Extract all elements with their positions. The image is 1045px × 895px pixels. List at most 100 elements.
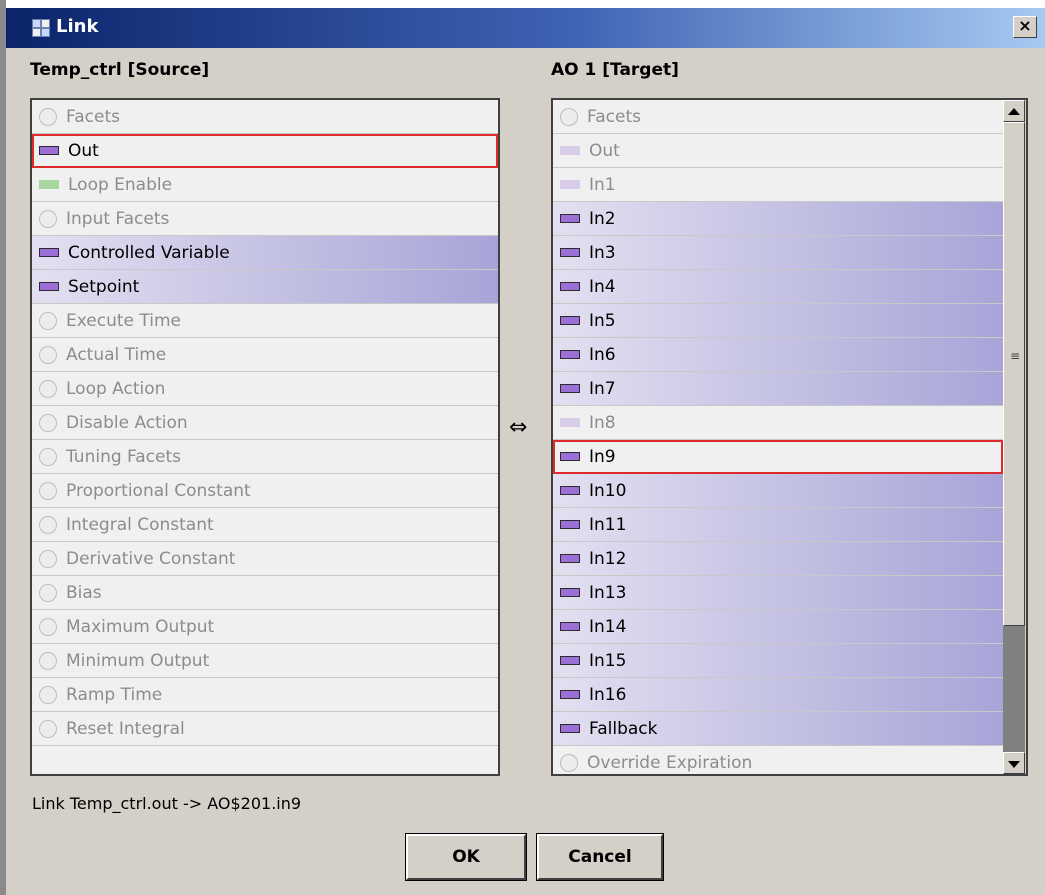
- target-slot-row[interactable]: Fallback: [553, 712, 1003, 746]
- slot-connector-icon: [560, 282, 580, 291]
- source-slot-row: Tuning Facets: [32, 440, 498, 474]
- close-button[interactable]: ×: [1013, 16, 1037, 38]
- target-slot-row[interactable]: In9: [553, 440, 1003, 474]
- target-slot-row[interactable]: In4: [553, 270, 1003, 304]
- slot-label: Execute Time: [66, 310, 181, 331]
- scroll-up-button[interactable]: [1003, 100, 1025, 122]
- slot-connector-icon: [560, 248, 580, 257]
- target-slot-row[interactable]: In6: [553, 338, 1003, 372]
- property-circle-icon: [39, 617, 57, 636]
- property-circle-icon: [39, 651, 57, 670]
- target-slot-row[interactable]: In2: [553, 202, 1003, 236]
- scroll-thumb[interactable]: ≡: [1003, 122, 1025, 626]
- property-circle-icon: [39, 549, 57, 568]
- property-circle-icon: [560, 753, 578, 772]
- target-slot-row[interactable]: In3: [553, 236, 1003, 270]
- source-slot-row: Derivative Constant: [32, 542, 498, 576]
- slot-connector-icon: [560, 384, 580, 393]
- dialog-body: Temp_ctrl [Source] AO 1 [Target] Facets O…: [6, 48, 1045, 895]
- slot-label: In2: [589, 208, 616, 229]
- slot-label: In9: [589, 446, 616, 467]
- slot-label: Maximum Output: [66, 616, 215, 637]
- slot-label: In16: [589, 684, 627, 705]
- property-circle-icon: [39, 685, 57, 704]
- source-slot-row: Execute Time: [32, 304, 498, 338]
- title-bar[interactable]: Link ×: [6, 8, 1045, 48]
- slot-connector-icon: [39, 248, 59, 257]
- slot-label: Actual Time: [66, 344, 167, 365]
- slot-label: In5: [589, 310, 616, 331]
- target-slot-row[interactable]: In12: [553, 542, 1003, 576]
- target-slot-row[interactable]: In13: [553, 576, 1003, 610]
- ok-button-label: OK: [452, 847, 480, 867]
- scroll-down-button[interactable]: [1003, 752, 1025, 774]
- target-slot-row[interactable]: In7: [553, 372, 1003, 406]
- slot-label: Integral Constant: [66, 514, 214, 535]
- slot-connector-icon: [560, 180, 580, 189]
- slot-label: Minimum Output: [66, 650, 210, 671]
- source-header: Temp_ctrl [Source]: [30, 60, 210, 80]
- slot-label: Fallback: [589, 718, 658, 739]
- target-slot-row: Facets: [553, 100, 1003, 134]
- target-slot-row[interactable]: In11: [553, 508, 1003, 542]
- slot-label: Loop Action: [66, 378, 166, 399]
- slot-label: In1: [589, 174, 616, 195]
- close-icon: ×: [1018, 16, 1032, 35]
- property-circle-icon: [39, 311, 57, 330]
- source-slot-row[interactable]: Controlled Variable: [32, 236, 498, 270]
- slot-connector-icon: [560, 554, 580, 563]
- slot-label: Derivative Constant: [66, 548, 236, 569]
- target-slot-row[interactable]: In10: [553, 474, 1003, 508]
- slot-label: Out: [68, 140, 99, 161]
- source-slot-row: Ramp Time: [32, 678, 498, 712]
- target-slot-row[interactable]: In14: [553, 610, 1003, 644]
- property-circle-icon: [39, 379, 57, 398]
- slot-label: In6: [589, 344, 616, 365]
- ok-button[interactable]: OK: [405, 833, 527, 881]
- grip-icon: ≡: [1010, 349, 1021, 363]
- source-slot-list[interactable]: Facets Out Loop Enable Input Facets Controll…: [30, 98, 500, 776]
- source-slot-row: Reset Integral: [32, 712, 498, 746]
- source-slot-row: Disable Action: [32, 406, 498, 440]
- slot-connector-icon: [560, 146, 580, 155]
- slot-label: Bias: [66, 582, 102, 603]
- property-circle-icon: [39, 209, 57, 228]
- slot-label: Reset Integral: [66, 718, 185, 739]
- source-slot-row: Loop Enable: [32, 168, 498, 202]
- slot-label: Controlled Variable: [68, 242, 230, 263]
- target-slot-list[interactable]: Facets Out In1 In2 In3 In4 In5 In6 In7 In8 In9 In10…: [551, 98, 1028, 776]
- target-slot-row: In8: [553, 406, 1003, 440]
- property-circle-icon: [39, 107, 57, 126]
- slot-connector-icon: [560, 656, 580, 665]
- property-circle-icon: [39, 481, 57, 500]
- source-slot-row: Minimum Output: [32, 644, 498, 678]
- target-scrollbar[interactable]: ≡: [1003, 100, 1026, 774]
- slot-label: Facets: [587, 106, 641, 127]
- target-slot-row[interactable]: In15: [553, 644, 1003, 678]
- source-slot-row[interactable]: Out: [32, 134, 498, 168]
- source-slot-row: Input Facets: [32, 202, 498, 236]
- source-slot-row[interactable]: Setpoint: [32, 270, 498, 304]
- target-slot-row: Out: [553, 134, 1003, 168]
- slot-label: In13: [589, 582, 627, 603]
- scroll-track[interactable]: [1003, 626, 1025, 752]
- target-slot-row[interactable]: In5: [553, 304, 1003, 338]
- slot-label: Setpoint: [68, 276, 140, 297]
- slot-connector-icon: [560, 690, 580, 699]
- property-circle-icon: [560, 107, 578, 126]
- property-circle-icon: [39, 413, 57, 432]
- arrow-down-icon: [1008, 761, 1020, 768]
- target-header: AO 1 [Target]: [551, 60, 679, 80]
- slot-connector-icon: [560, 418, 580, 427]
- slot-label: Ramp Time: [66, 684, 163, 705]
- slot-connector-icon: [39, 146, 59, 155]
- arrow-up-icon: [1008, 108, 1020, 115]
- slot-label: Facets: [66, 106, 120, 127]
- slot-label: In11: [589, 514, 627, 535]
- source-slot-row: Integral Constant: [32, 508, 498, 542]
- target-slot-row[interactable]: In16: [553, 678, 1003, 712]
- slot-label: In10: [589, 480, 627, 501]
- slot-connector-icon: [560, 724, 580, 733]
- cancel-button[interactable]: Cancel: [536, 833, 664, 881]
- slot-connector-icon: [560, 452, 580, 461]
